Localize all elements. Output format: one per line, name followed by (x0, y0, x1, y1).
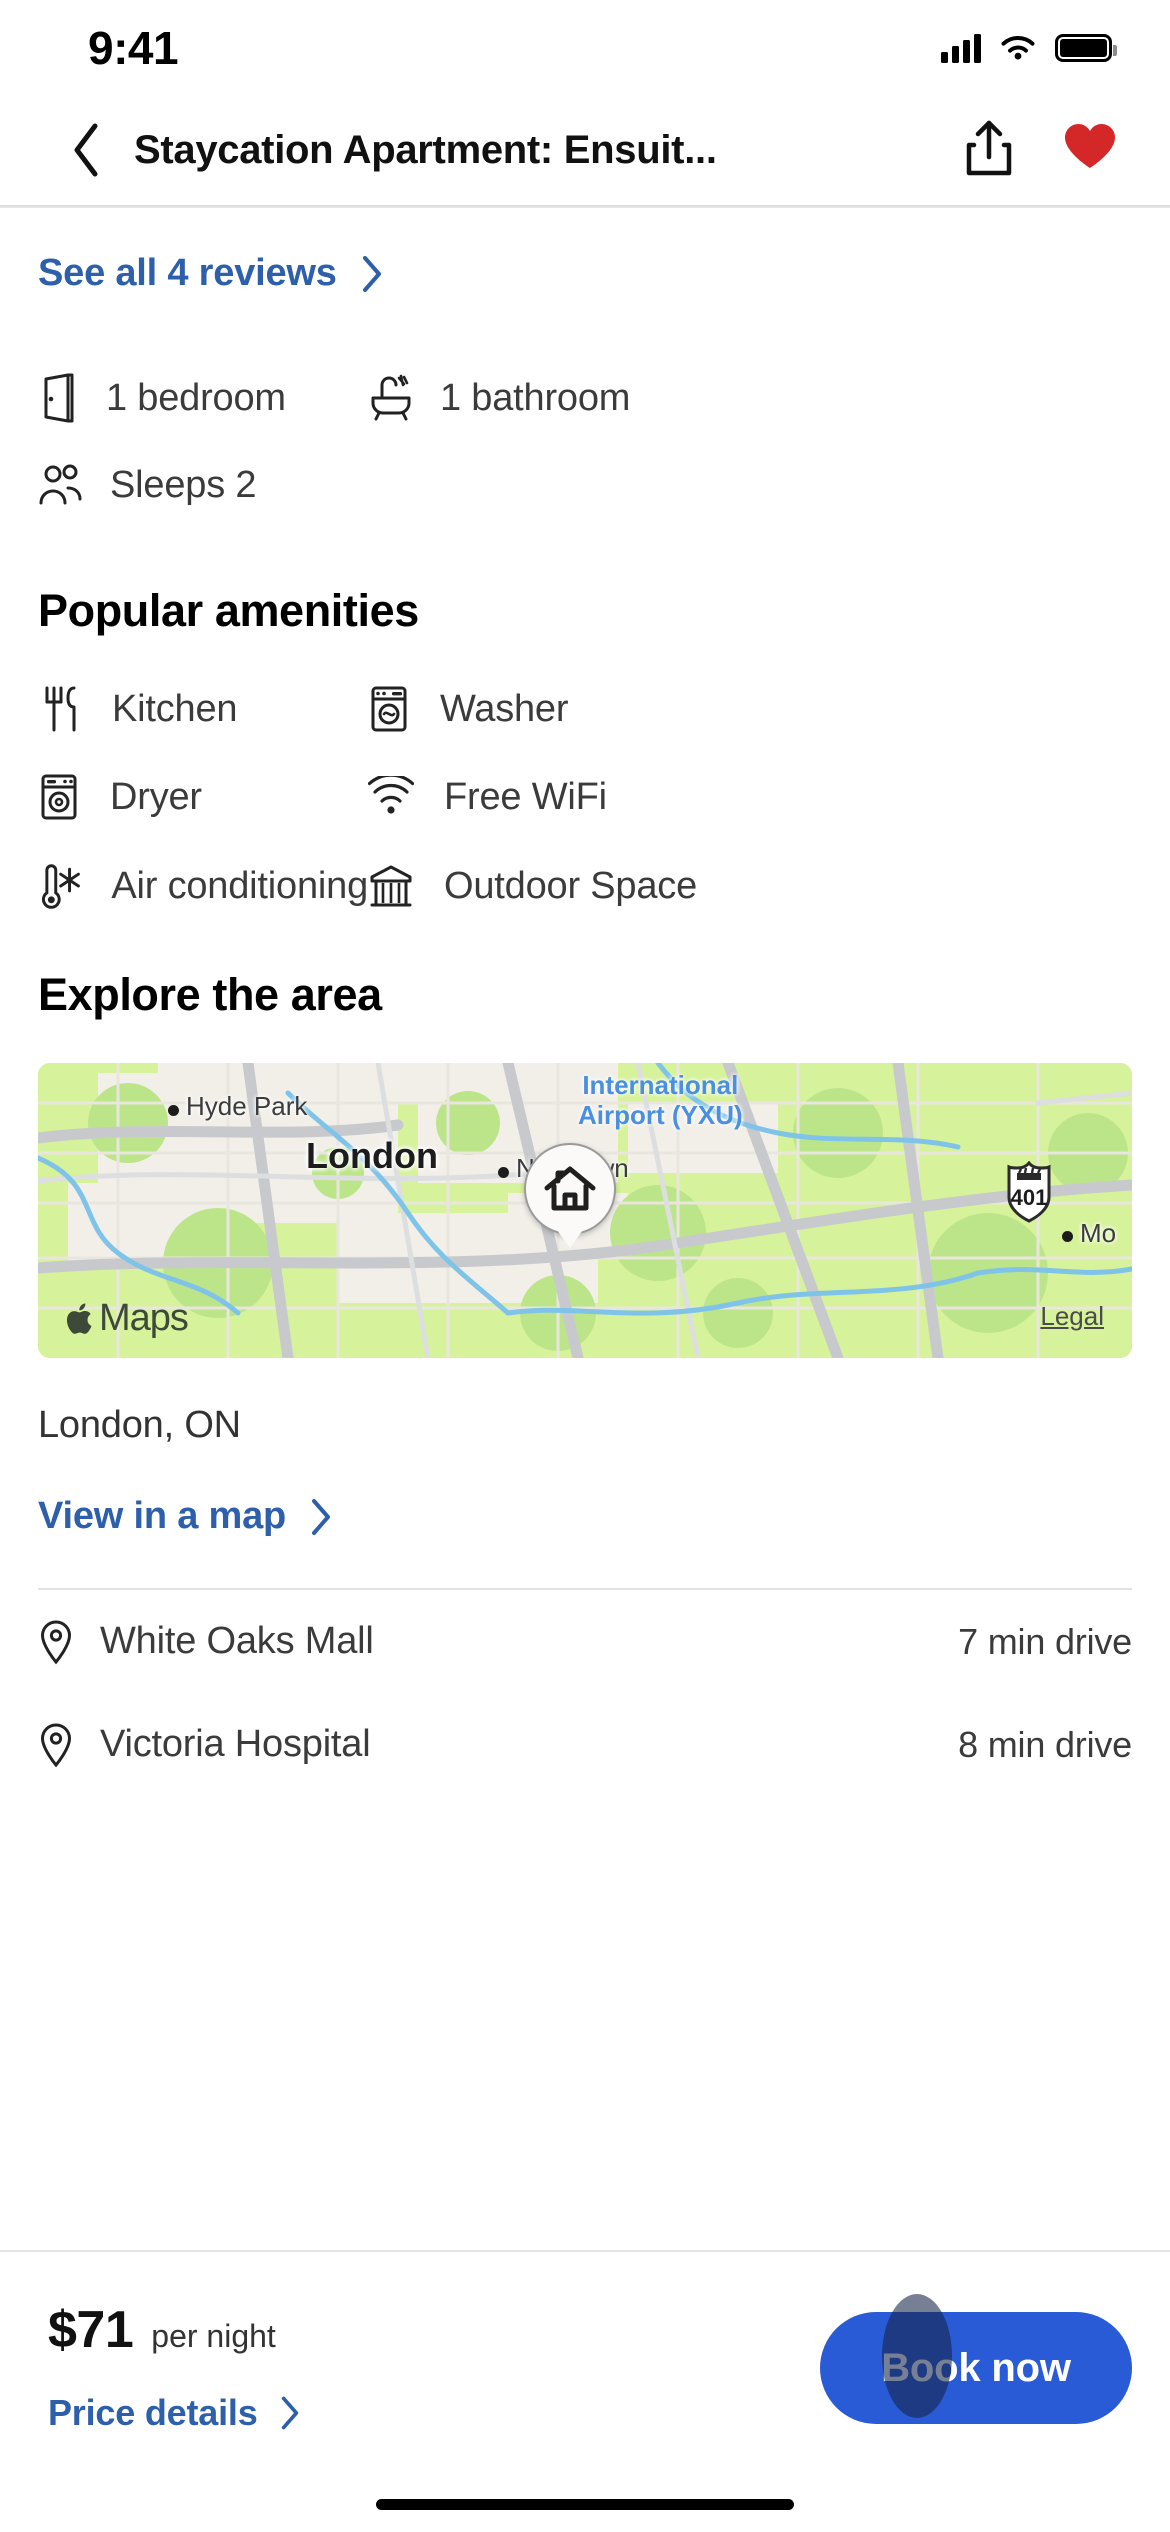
amenity-label: Air conditioning (111, 864, 368, 907)
wifi-icon (1001, 35, 1035, 59)
battery-icon (1055, 33, 1117, 62)
amenity-row: Dryer Free WiFi (38, 773, 1132, 821)
share-icon (966, 120, 1012, 175)
amenities-grid: Kitchen Washer Dryer Free WiFi Air condi… (0, 685, 1170, 911)
status-bar: 9:41 (0, 0, 1170, 95)
location-pin-icon (40, 1619, 72, 1664)
house-glyph-icon (544, 1166, 596, 1211)
explore-heading: Explore the area (38, 969, 382, 1020)
favorite-button[interactable] (1062, 121, 1118, 180)
page-title: Staycation Apartment: Ensuit... (134, 127, 717, 172)
amenity-kitchen: Kitchen (38, 685, 368, 733)
cellular-signal-icon (941, 33, 981, 63)
nearby-place-name: White Oaks Mall (100, 1620, 374, 1662)
amenity-row: Kitchen Washer (38, 685, 1132, 733)
list-item[interactable]: White Oaks Mall 7 min drive (38, 1590, 1132, 1693)
price-block: $71 per night Price details (48, 2300, 300, 2434)
amenities-heading: Popular amenities (38, 585, 419, 636)
spec-label: 1 bedroom (106, 376, 286, 419)
nearby-place-time: 8 min drive (958, 1723, 1132, 1765)
spec-label: 1 bathroom (440, 376, 631, 419)
svg-text:401: 401 (1011, 1185, 1048, 1210)
spec-bathroom: 1 bathroom (368, 373, 630, 423)
view-in-map-label: View in a map (38, 1495, 287, 1537)
navigation-bar: Staycation Apartment: Ensuit... (0, 95, 1170, 205)
apple-maps-attribution: Maps (66, 1297, 189, 1340)
chevron-right-icon (281, 2396, 298, 2430)
map-dot-mo (1062, 1231, 1073, 1242)
view-in-map-link[interactable]: View in a map (0, 1495, 370, 1538)
price-period: per night (151, 2318, 276, 2354)
home-indicator (376, 2499, 794, 2510)
washer-icon (371, 686, 407, 732)
map-preview[interactable]: Hyde Park London Nilestown Mo Internatio… (38, 1063, 1132, 1358)
spec-bedroom: 1 bedroom (38, 373, 368, 423)
amenity-outdoor-space: Outdoor Space (368, 861, 697, 911)
back-button[interactable] (60, 120, 112, 180)
guests-icon (39, 464, 82, 505)
amenity-label: Outdoor Space (444, 864, 698, 907)
chevron-left-icon (74, 123, 98, 177)
utensils-icon (45, 686, 76, 732)
chevron-right-icon (362, 255, 381, 292)
amenity-air-conditioning: Air conditioning (38, 861, 368, 911)
touch-pointer-indicator (882, 2294, 952, 2418)
see-all-reviews-link[interactable]: See all 4 reviews (0, 208, 383, 295)
map-dot-hyde-park (168, 1105, 179, 1116)
location-pin-icon (40, 1722, 72, 1767)
amenity-label: Washer (440, 687, 569, 730)
property-specs: 1 bedroom 1 bathroom Sleeps 2 (0, 373, 1170, 507)
app-screen: 9:41 Staycation Apartment: Ensuit... See… (0, 0, 1170, 2532)
nearby-place-name: Victoria Hospital (100, 1723, 371, 1765)
booking-bar: $71 per night Price details Book now (0, 2250, 1170, 2532)
amenity-label: Dryer (110, 775, 202, 818)
home-marker-icon (524, 1143, 616, 1235)
outdoor-space-icon (370, 865, 412, 907)
apple-maps-label: Maps (99, 1297, 189, 1339)
apple-logo-icon (66, 1302, 92, 1334)
dryer-icon (41, 774, 77, 820)
heart-icon (1065, 123, 1115, 168)
highway-401-shield-icon: 401 (1007, 1161, 1051, 1223)
bathtub-icon (371, 374, 411, 421)
price-details-link[interactable]: Price details (48, 2392, 300, 2434)
door-icon (44, 373, 74, 423)
status-bar-clock: 9:41 (88, 21, 179, 74)
nearby-place-info: White Oaks Mall (38, 1619, 958, 1665)
amenity-row: Air conditioning Outdoor Space (38, 861, 1132, 911)
amenity-washer: Washer (368, 685, 569, 733)
wifi-icon (368, 776, 414, 814)
price-details-label: Price details (48, 2392, 258, 2433)
spec-label: Sleeps 2 (110, 463, 257, 506)
list-item[interactable]: Victoria Hospital 8 min drive (38, 1693, 1132, 1796)
navigation-actions (964, 119, 1118, 182)
spec-row: 1 bedroom 1 bathroom (38, 373, 1132, 423)
map-legal-link[interactable]: Legal (1040, 1301, 1104, 1332)
chevron-right-icon (312, 1498, 331, 1535)
spec-row: Sleeps 2 (38, 463, 1132, 507)
property-city: London, ON (38, 1404, 241, 1446)
price-line: $71 per night (48, 2300, 300, 2360)
booking-bar-inner: $71 per night Price details Book now (0, 2252, 1170, 2434)
book-now-button[interactable]: Book now (820, 2294, 1132, 2424)
amenity-label: Kitchen (112, 687, 238, 730)
scroll-content: See all 4 reviews 1 bedroom 1 bathroom S… (0, 208, 1170, 1796)
air-conditioning-icon (42, 864, 80, 909)
nearby-places-list: White Oaks Mall 7 min drive Victoria Hos… (0, 1590, 1170, 1796)
see-all-reviews-label: See all 4 reviews (38, 252, 337, 294)
amenity-label: Free WiFi (444, 775, 607, 818)
nearby-place-info: Victoria Hospital (38, 1722, 958, 1768)
map-dot-nilestown (498, 1167, 509, 1178)
share-button[interactable] (964, 119, 1014, 182)
amenity-dryer: Dryer (38, 773, 368, 821)
status-bar-indicators (941, 33, 1117, 63)
nearby-place-time: 7 min drive (958, 1620, 1132, 1662)
price-amount: $71 (48, 2301, 134, 2359)
amenity-wifi: Free WiFi (368, 773, 607, 821)
spec-sleeps: Sleeps 2 (38, 463, 368, 507)
